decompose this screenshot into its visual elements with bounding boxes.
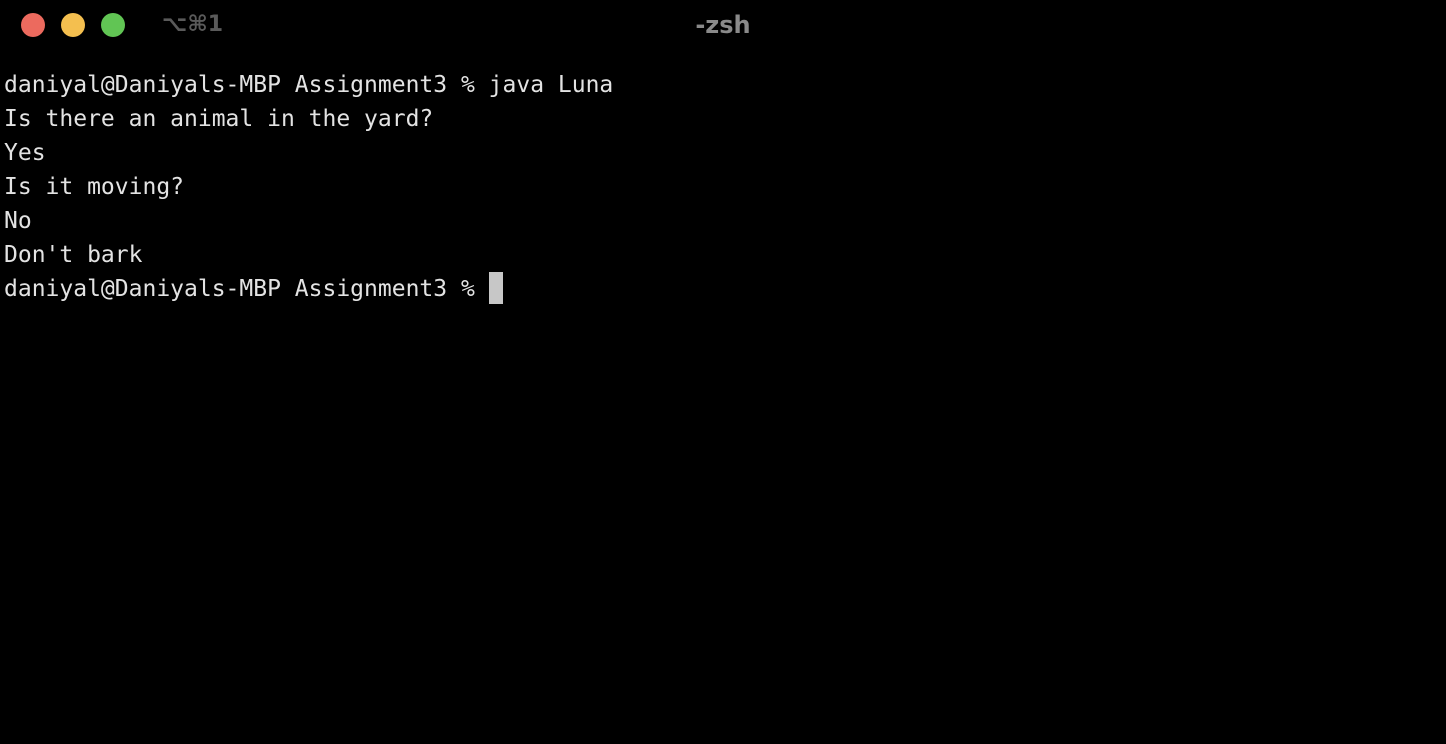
window-title: -zsh	[695, 11, 751, 39]
terminal-window: ⌥⌘1 -zsh daniyal@Daniyals-MBP Assignment…	[0, 0, 1446, 744]
title-bar[interactable]: ⌥⌘1 -zsh	[0, 0, 1446, 52]
terminal-line: Is there an animal in the yard?	[4, 106, 434, 132]
terminal-line: Is it moving?	[4, 174, 185, 200]
terminal-line: Don't bark	[4, 242, 143, 268]
text-cursor	[488, 272, 503, 304]
terminal-line: daniyal@Daniyals-MBP Assignment3 % java …	[4, 72, 614, 98]
prompt-line[interactable]: daniyal@Daniyals-MBP Assignment3 %	[4, 272, 1434, 306]
shell-prompt: daniyal@Daniyals-MBP Assignment3 %	[4, 276, 489, 302]
terminal-line: No	[4, 208, 32, 234]
terminal-output[interactable]: daniyal@Daniyals-MBP Assignment3 % java …	[4, 68, 1434, 728]
terminal-line: Yes	[4, 140, 46, 166]
